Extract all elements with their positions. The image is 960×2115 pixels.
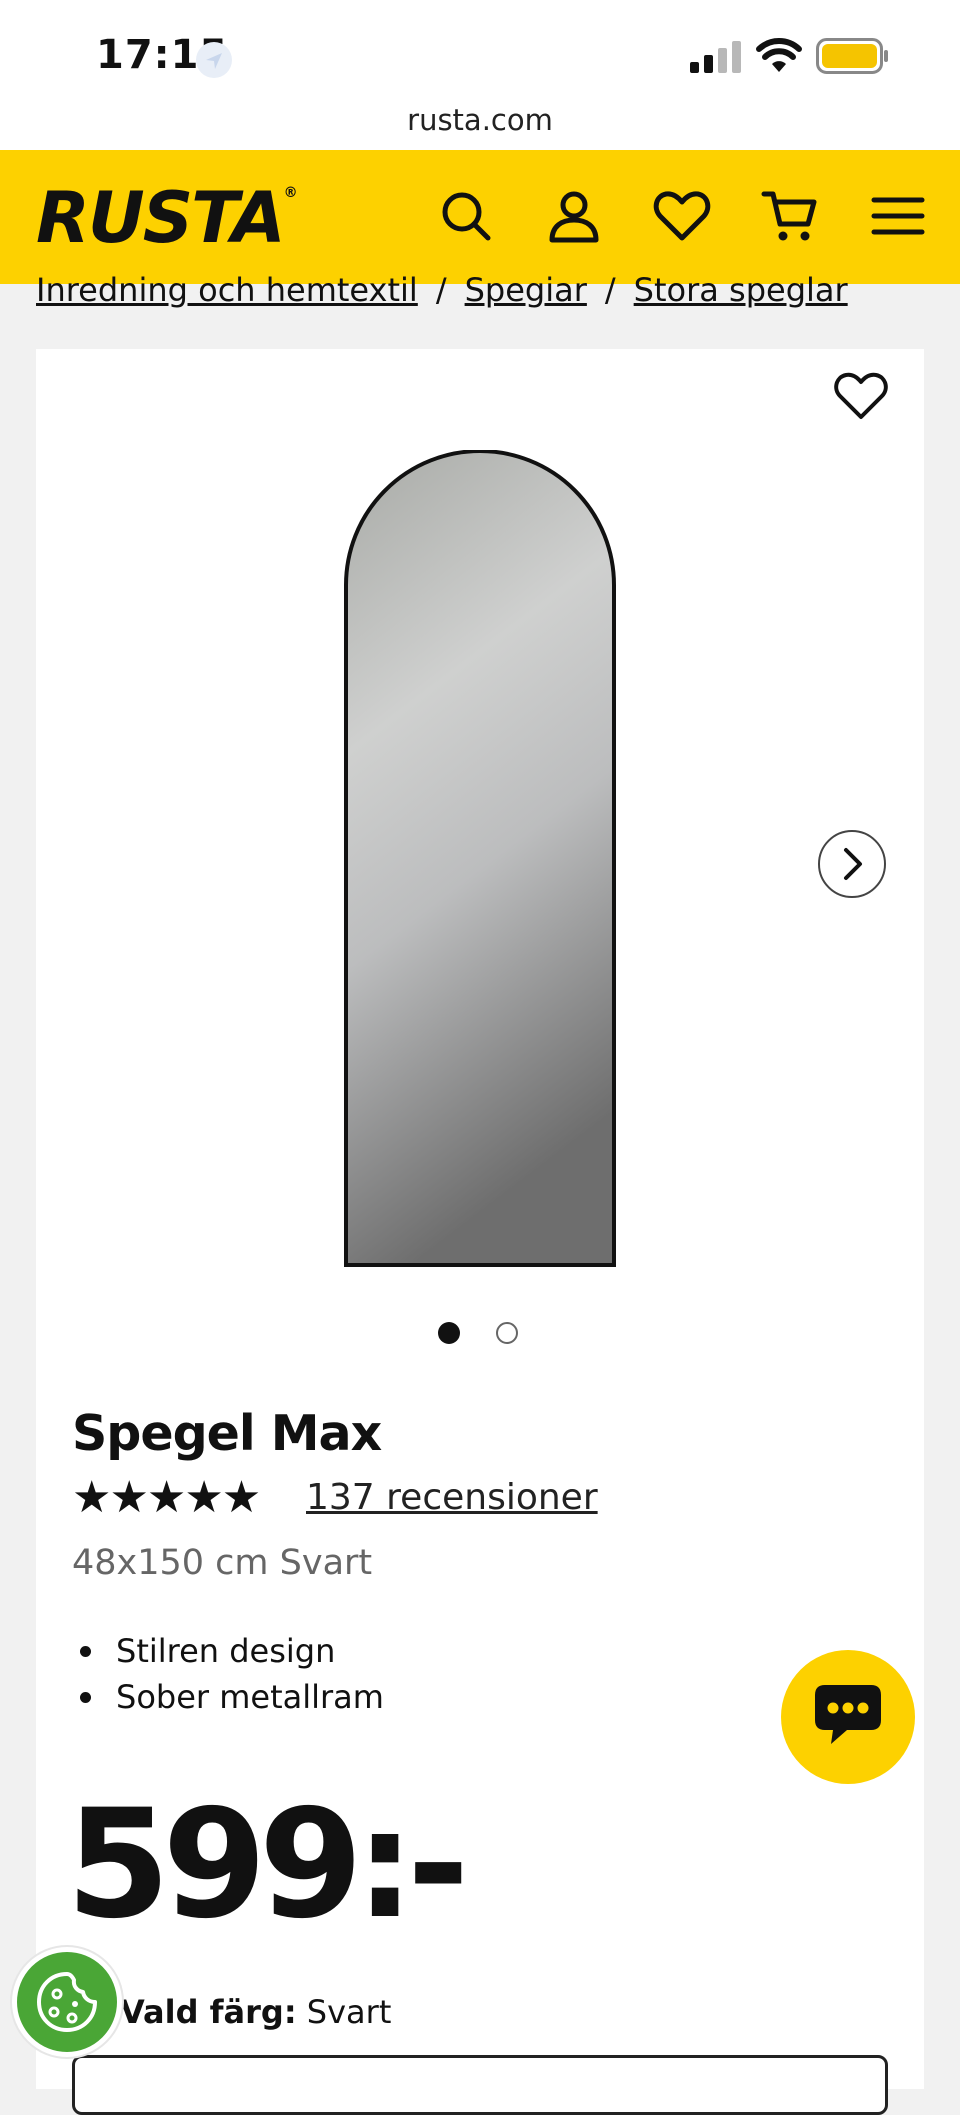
feature-item: Sober metallram [72, 1674, 384, 1720]
breadcrumb-separator: / [604, 272, 616, 308]
rating-stars: ★★★★★ [72, 1472, 261, 1523]
location-icon [196, 42, 232, 78]
cart-icon[interactable] [760, 186, 820, 246]
feature-list: Stilren design Sober metallram [72, 1628, 384, 1720]
selected-color-value: Svart [306, 1993, 392, 2031]
carousel-indicator [438, 1322, 554, 1348]
breadcrumb-item[interactable]: Spegiar [465, 272, 587, 308]
product-variant: 48x150 cm Svart [72, 1543, 373, 1583]
carousel-dot-active[interactable] [438, 1322, 460, 1344]
favorite-heart-icon[interactable] [832, 368, 890, 422]
search-icon[interactable] [436, 186, 496, 246]
chat-icon [815, 1685, 881, 1744]
signal-icon [690, 41, 741, 73]
carousel-dot[interactable] [496, 1322, 518, 1344]
chat-button[interactable] [781, 1650, 915, 1784]
breadcrumb: Inredning och hemtextil / Spegiar / Stora sp… [36, 272, 848, 308]
chevron-right-icon [844, 848, 862, 880]
product-image-mirror[interactable] [340, 450, 620, 1270]
product-title: Spegel Max [72, 1405, 382, 1462]
cookie-icon [37, 1972, 97, 2032]
breadcrumb-item[interactable]: Stora speglar [634, 272, 848, 308]
rusta-logo[interactable]: RUSTA® [36, 177, 298, 259]
product-price: 599:- [66, 1778, 469, 1952]
feature-item: Stilren design [72, 1628, 384, 1674]
breadcrumb-item[interactable]: Inredning och hemtextil [36, 272, 418, 308]
wishlist-icon[interactable] [652, 186, 712, 246]
color-select[interactable] [72, 2055, 888, 2115]
breadcrumb-separator: / [435, 272, 447, 308]
wifi-icon [756, 38, 802, 72]
battery-icon [816, 38, 888, 74]
account-icon[interactable] [544, 186, 604, 246]
cookie-settings-button[interactable] [12, 1947, 122, 2057]
menu-icon[interactable] [868, 186, 928, 246]
url-bar[interactable]: rusta.com [0, 100, 960, 150]
carousel-next-button[interactable] [818, 830, 886, 898]
selected-color: Vald färg: Svart [120, 1993, 391, 2031]
selected-color-label: Vald färg: [120, 1993, 297, 2031]
reviews-link[interactable]: 137 recensioner [306, 1477, 598, 1518]
